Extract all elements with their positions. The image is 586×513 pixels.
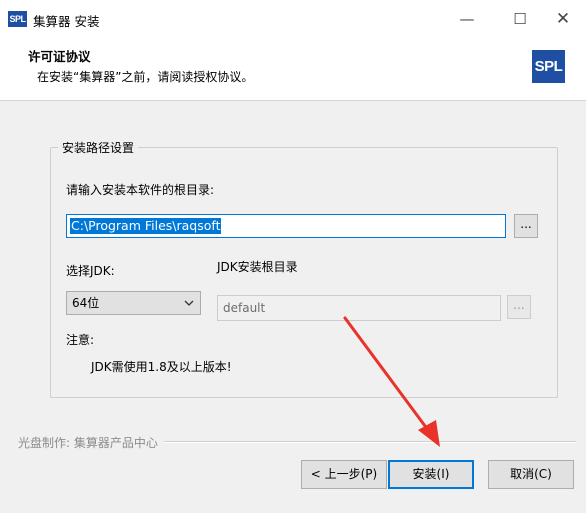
footer-divider [164, 441, 576, 443]
maximize-button[interactable]: ☐ [497, 0, 543, 38]
install-button[interactable]: 安装(I) [388, 460, 474, 489]
note-text: JDK需使用1.8及以上版本! [91, 360, 232, 374]
spl-logo: SPL [532, 50, 565, 83]
title-bar: SPL 集算器 安装 — ☐ ✕ [0, 0, 586, 38]
browse-button[interactable]: ... [514, 214, 538, 238]
chevron-down-icon [184, 292, 194, 323]
jdk-select[interactable]: 64位 [66, 291, 201, 315]
page-title: 许可证协议 [28, 49, 91, 64]
jdk-dir-label: JDK安装根目录 [217, 260, 298, 274]
cancel-button[interactable]: 取消(C) [488, 460, 574, 489]
close-button[interactable]: ✕ [540, 0, 586, 38]
install-dir-prompt: 请输入安装本软件的根目录: [66, 183, 215, 197]
footer-branding: 光盘制作: 集算器产品中心 [18, 436, 158, 450]
install-path-value: C:\Program Files\raqsoft [70, 218, 222, 234]
group-label: 安装路径设置 [58, 139, 139, 156]
jdk-browse-button[interactable]: ... [507, 295, 531, 319]
window-title: 集算器 安装 [33, 14, 100, 29]
wizard-header: 许可证协议 在安装“集算器”之前，请阅读授权协议。 SPL [0, 38, 586, 101]
back-button[interactable]: < 上一步(P) [301, 460, 387, 489]
minimize-button[interactable]: — [444, 0, 490, 38]
jdk-select-value: 64位 [72, 296, 100, 310]
page-subtitle: 在安装“集算器”之前，请阅读授权协议。 [37, 70, 254, 84]
jdk-dir-input[interactable]: default [217, 295, 501, 321]
install-path-input[interactable]: C:\Program Files\raqsoft [66, 214, 506, 238]
note-label: 注意: [66, 333, 95, 347]
app-icon: SPL [8, 11, 27, 27]
jdk-label: 选择JDK: [66, 264, 115, 278]
